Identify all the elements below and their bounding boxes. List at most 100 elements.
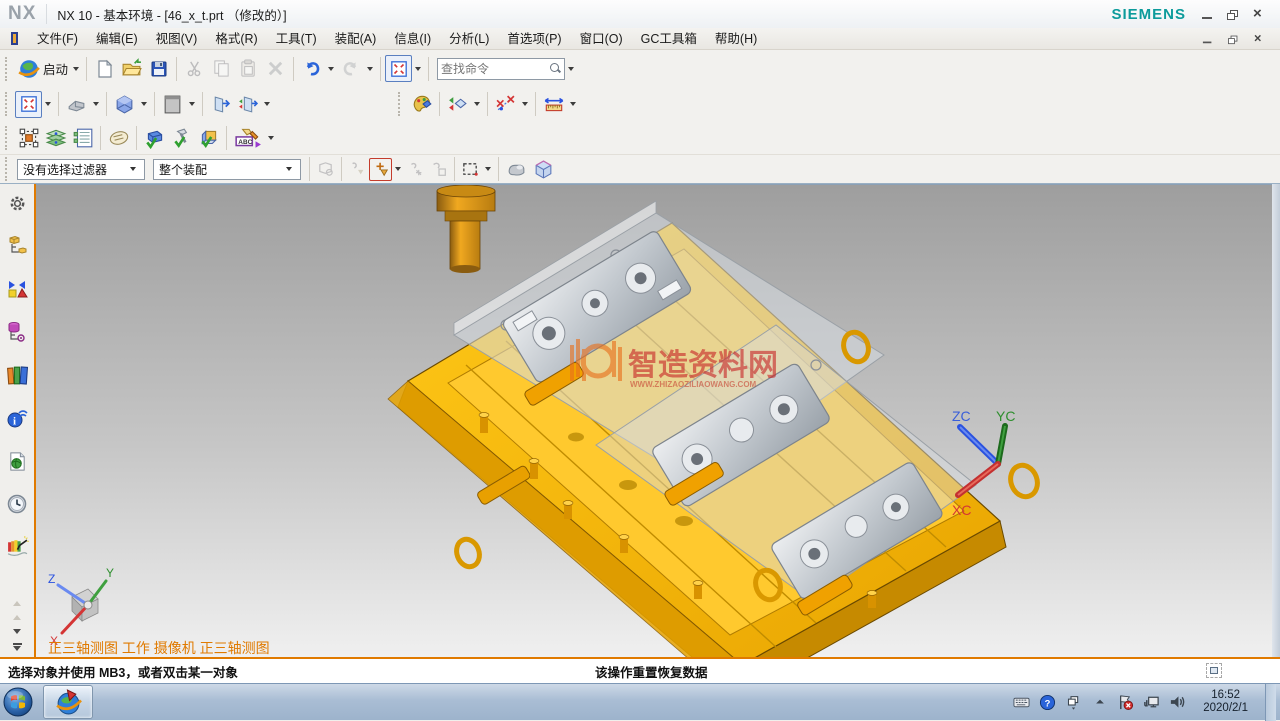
window-dropdown-icon[interactable]	[264, 102, 270, 106]
history-clock-icon[interactable]	[4, 491, 30, 517]
utility-toolbar: ABC	[0, 121, 1280, 155]
network-icon[interactable]	[1143, 694, 1160, 711]
command-finder-input[interactable]	[441, 62, 550, 76]
menu-assemblies[interactable]: 装配(A)	[326, 28, 386, 50]
constraint-navigator-icon[interactable]	[4, 276, 30, 302]
roles-gear-icon[interactable]	[4, 190, 30, 216]
start-globe-icon[interactable]	[15, 55, 42, 82]
snap-view-icon[interactable]	[444, 91, 471, 118]
edit-text-icon[interactable]: ABC	[231, 124, 265, 151]
menu-information[interactable]: 信息(I)	[385, 28, 440, 50]
watermark-text: 智造资料网	[628, 349, 778, 382]
wcs-x-label: XC	[952, 502, 971, 518]
selection-filter-select[interactable]: 没有选择过滤器	[17, 159, 145, 180]
measure-distance-icon[interactable]	[540, 91, 567, 118]
fit-dropdown-icon[interactable]	[415, 67, 421, 71]
render-style-dropdown-icon[interactable]	[141, 102, 147, 106]
orient-view-dropdown-icon[interactable]	[93, 102, 99, 106]
layer-settings-icon[interactable]	[69, 124, 96, 151]
menu-tools[interactable]: 工具(T)	[267, 28, 326, 50]
toolbar-grip[interactable]	[5, 157, 11, 181]
minimize-button[interactable]	[1200, 7, 1216, 21]
toolbar-grip[interactable]	[5, 126, 11, 150]
window-plane-icon[interactable]	[207, 91, 234, 118]
status-window-icon[interactable]	[1206, 663, 1222, 678]
part-navigator-icon[interactable]	[4, 319, 30, 345]
restore-windows-icon[interactable]	[1065, 694, 1082, 711]
child-close-button[interactable]: ×	[1253, 33, 1267, 45]
window-plane-alt-icon[interactable]	[234, 91, 261, 118]
graphics-window[interactable]: 智造资料网 WWW.ZHIZAOZILIAOWANG.COM ZC YC XC …	[36, 184, 1272, 657]
block-check-icon[interactable]	[141, 124, 168, 151]
show-handles-icon[interactable]	[15, 124, 42, 151]
taskbar-clock[interactable]: 16:52 2020/2/1	[1195, 689, 1256, 715]
child-restore-button[interactable]	[1227, 33, 1241, 45]
tool-check-icon[interactable]	[168, 124, 195, 151]
rectangle-select-icon[interactable]	[459, 158, 482, 181]
role-palette-icon[interactable]	[408, 91, 435, 118]
toolbar-grip[interactable]	[5, 57, 11, 81]
assembly-navigator-icon[interactable]	[4, 233, 30, 259]
info-center-icon[interactable]: i	[4, 405, 30, 431]
materials-palette-icon[interactable]	[4, 534, 30, 560]
scroll-down-icon[interactable]	[13, 629, 21, 634]
keyboard-icon[interactable]	[1013, 694, 1030, 711]
finder-dropdown-icon[interactable]	[568, 67, 574, 71]
new-file-icon[interactable]	[91, 55, 118, 82]
measure-dropdown-icon[interactable]	[522, 102, 528, 106]
snap-point-filter-icon[interactable]	[369, 158, 392, 181]
toolbar-grip[interactable]	[5, 92, 11, 116]
translucent-cube-icon[interactable]	[530, 156, 557, 183]
start-menu-label[interactable]: 启动	[43, 59, 68, 78]
open-file-icon[interactable]	[118, 55, 145, 82]
toolbar-grip[interactable]	[398, 92, 404, 116]
undo-dropdown-icon[interactable]	[328, 67, 334, 71]
start-dropdown-icon[interactable]	[73, 67, 79, 71]
menu-view[interactable]: 视图(V)	[147, 28, 207, 50]
edit-dropdown-icon[interactable]	[268, 136, 274, 140]
web-browser-icon[interactable]	[4, 448, 30, 474]
measure-points-icon[interactable]	[492, 91, 519, 118]
show-hidden-icons[interactable]	[1091, 694, 1108, 711]
menu-format[interactable]: 格式(R)	[206, 28, 266, 50]
note-tag-icon[interactable]	[105, 124, 132, 151]
shaded-cube-icon[interactable]	[111, 91, 138, 118]
restore-button[interactable]	[1226, 7, 1242, 21]
fit-window-icon[interactable]	[15, 91, 42, 118]
volume-icon[interactable]	[1169, 694, 1186, 711]
snap-dropdown-icon[interactable]	[474, 102, 480, 106]
background-icon[interactable]	[159, 91, 186, 118]
menu-edit[interactable]: 编辑(E)	[87, 28, 147, 50]
child-minimize-button[interactable]	[1201, 33, 1215, 45]
menu-window[interactable]: 窗口(O)	[571, 28, 632, 50]
close-button[interactable]: ×	[1252, 7, 1268, 21]
taskbar-nx-button[interactable]	[43, 685, 93, 719]
fit-window-dropdown-icon[interactable]	[45, 102, 51, 106]
orient-view-icon[interactable]	[63, 91, 90, 118]
menu-analysis[interactable]: 分析(L)	[440, 28, 498, 50]
reuse-library-icon[interactable]	[4, 362, 30, 388]
scroll-bottom-icon[interactable]	[13, 643, 22, 651]
save-icon[interactable]	[145, 55, 172, 82]
menu-file[interactable]: 文件(F)	[28, 28, 87, 50]
layer-stack-icon[interactable]	[42, 124, 69, 151]
snap-point-dropdown-icon[interactable]	[395, 167, 401, 171]
undo-icon[interactable]	[298, 55, 325, 82]
background-dropdown-icon[interactable]	[189, 102, 195, 106]
distance-dropdown-icon[interactable]	[570, 102, 576, 106]
show-desktop-button[interactable]	[1265, 684, 1276, 721]
start-button[interactable]	[1, 686, 35, 718]
menu-help[interactable]: 帮助(H)	[706, 28, 766, 50]
search-icon[interactable]	[550, 63, 561, 74]
cube-check-icon[interactable]	[195, 124, 222, 151]
menu-gc-toolbox[interactable]: GC工具箱	[632, 28, 706, 50]
selection-scope-select[interactable]: 整个装配	[153, 159, 301, 180]
show-only-icon[interactable]	[503, 156, 530, 183]
fit-view-icon[interactable]	[385, 55, 412, 82]
help-icon[interactable]: ?	[1039, 694, 1056, 711]
action-center-flag-icon[interactable]	[1117, 694, 1134, 711]
menu-preferences[interactable]: 首选项(P)	[498, 28, 570, 50]
redo-dropdown-icon[interactable]	[367, 67, 373, 71]
command-finder[interactable]	[437, 58, 565, 80]
select-mode-dropdown-icon[interactable]	[485, 167, 491, 171]
